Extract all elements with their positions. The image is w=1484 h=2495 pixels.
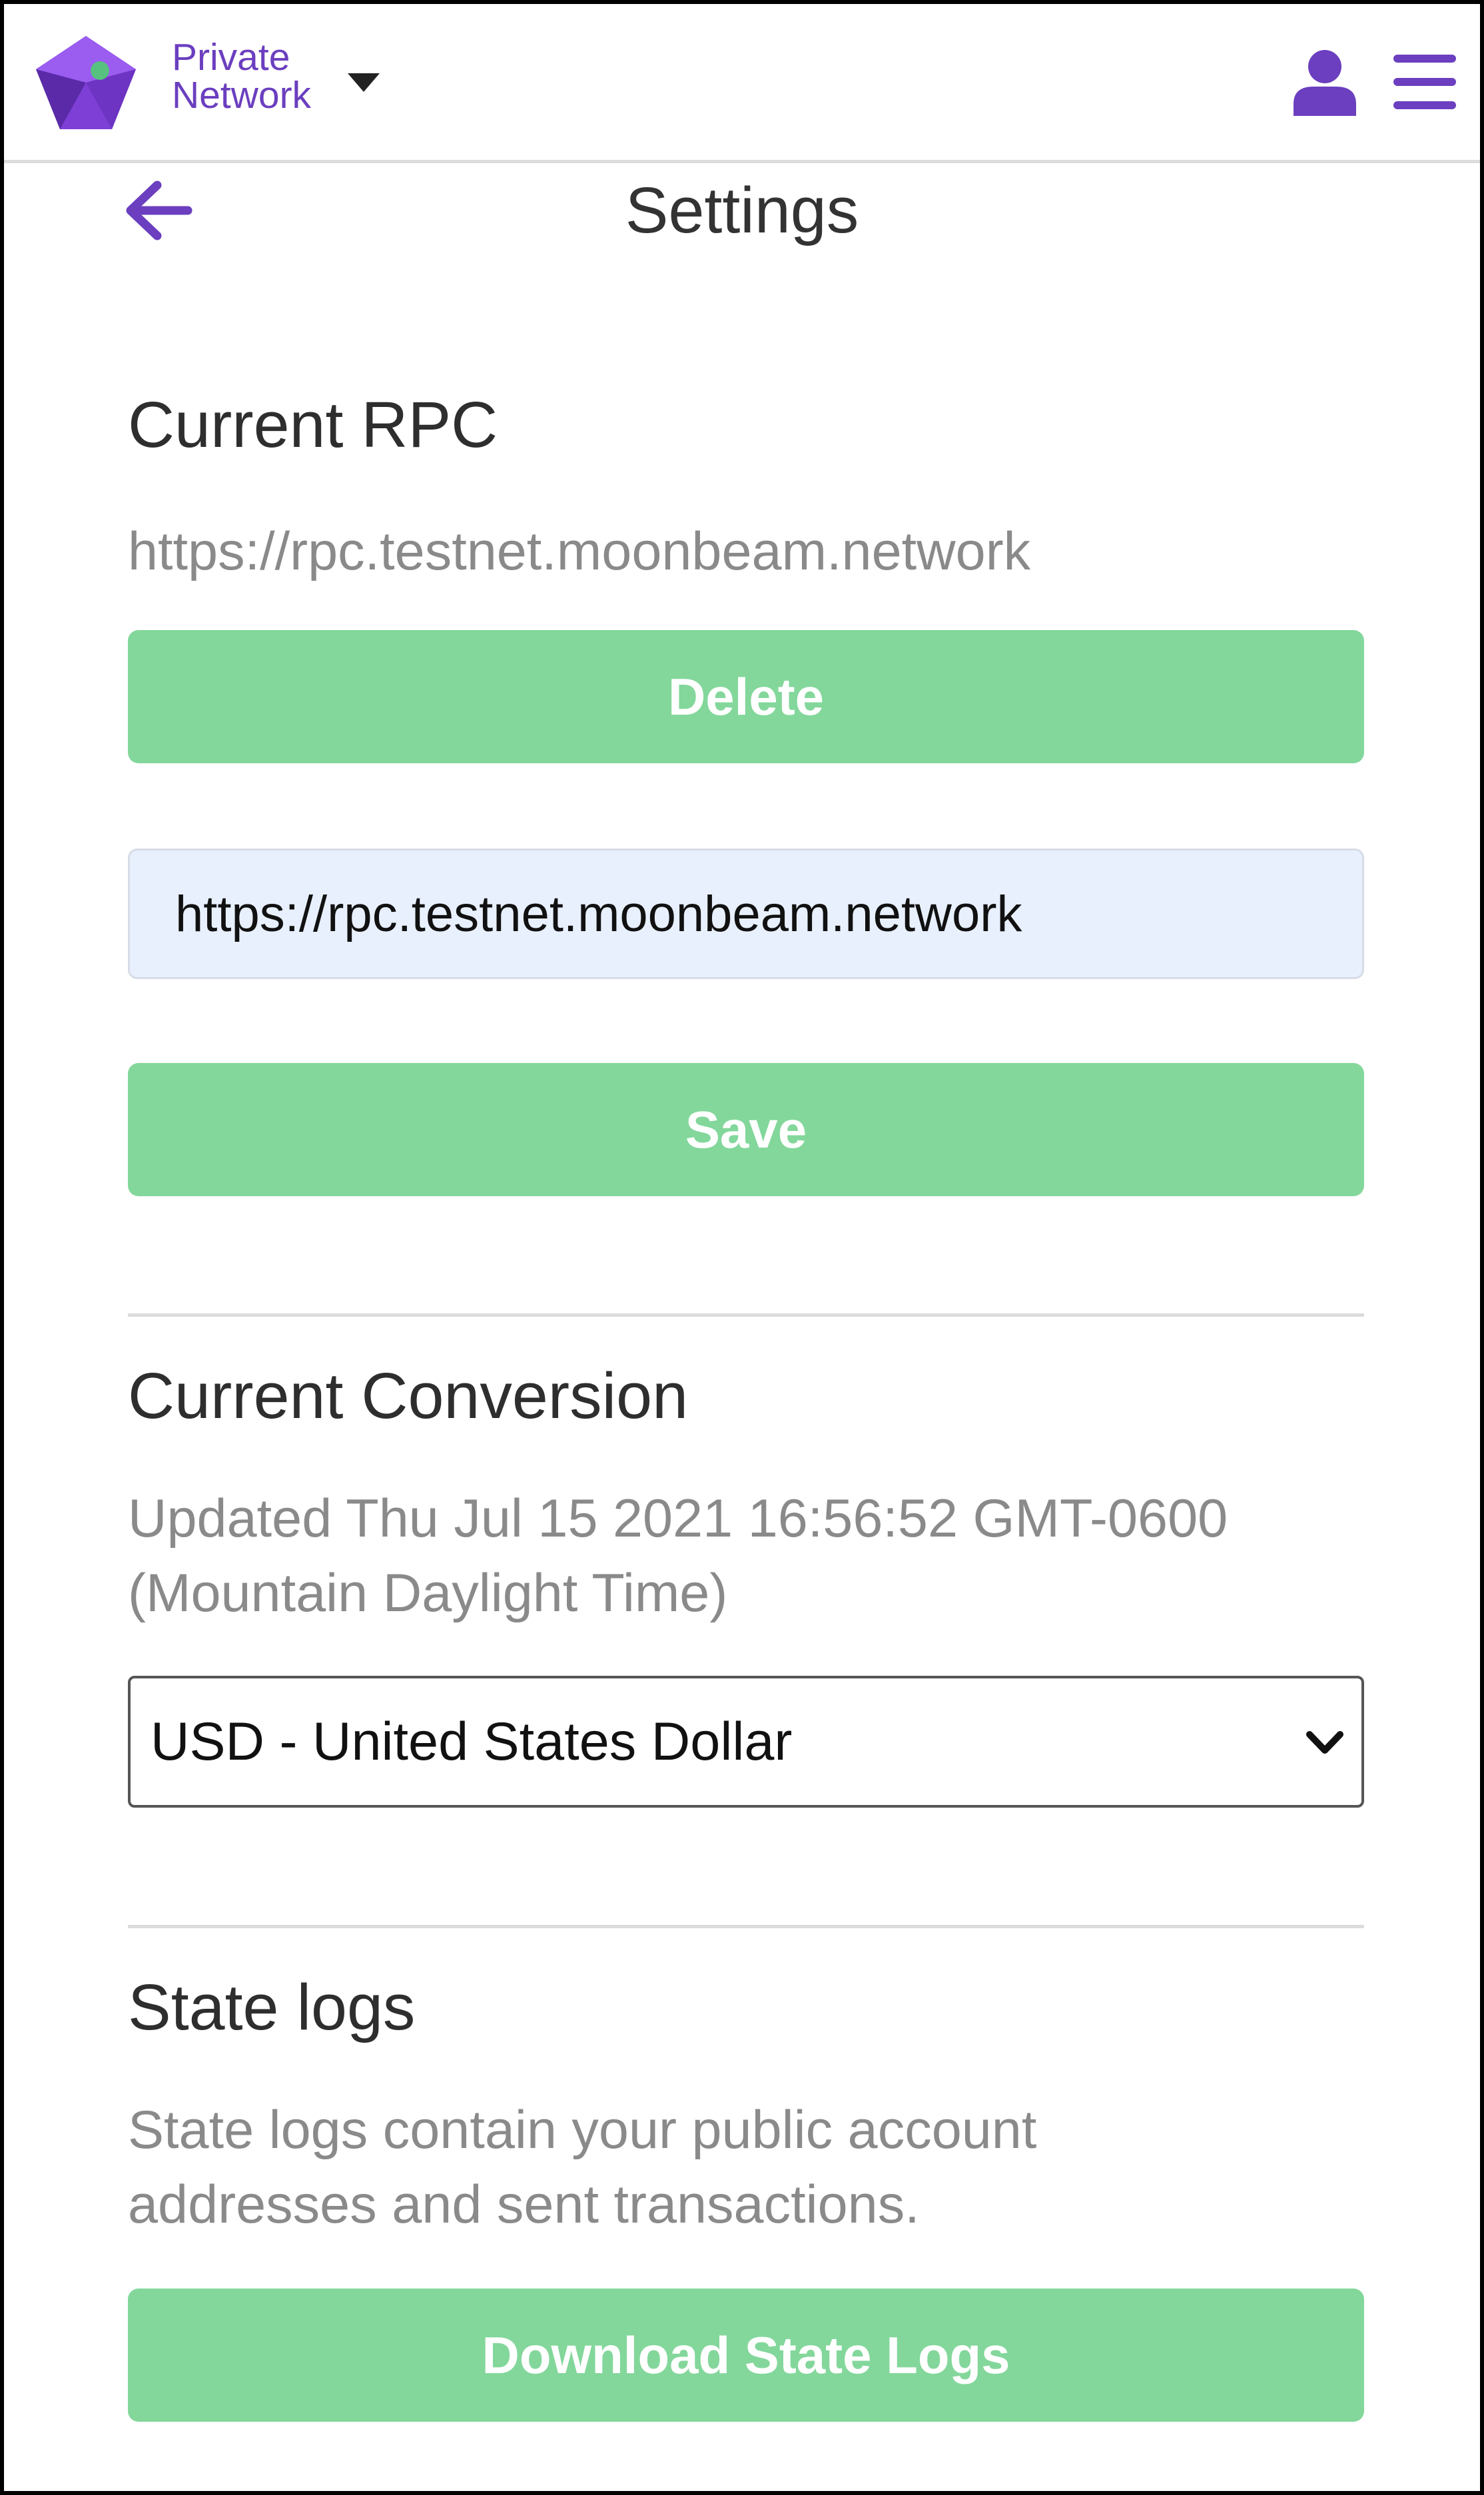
state-logs-description-line2: addresses and sent transactions. [128, 2175, 920, 2235]
app-header: Private Network [4, 4, 1480, 163]
divider [128, 1313, 1364, 1317]
network-label-line2: Network [172, 74, 312, 117]
logo-gem-icon [36, 36, 136, 129]
currency-select[interactable]: USD - United States Dollar [128, 1676, 1364, 1808]
chevron-down-icon [1306, 1731, 1343, 1754]
network-label-line1: Private [172, 36, 290, 79]
network-selector[interactable]: Private Network [172, 39, 311, 115]
rpc-url-input[interactable] [128, 849, 1364, 979]
currency-select-value: USD - United States Dollar [151, 1712, 793, 1772]
delete-button[interactable]: Delete [128, 630, 1364, 763]
user-icon[interactable] [1291, 49, 1359, 116]
caret-down-icon[interactable] [348, 73, 380, 92]
rpc-heading: Current RPC [128, 388, 498, 461]
conversion-updated-line1: Updated Thu Jul 15 2021 16:56:52 GMT-060… [128, 1489, 1228, 1549]
state-logs-heading: State logs [128, 1971, 416, 2043]
current-rpc-url: https://rpc.testnet.moonbeam.network [128, 522, 1031, 581]
hamburger-menu-icon[interactable] [1392, 53, 1457, 111]
download-state-logs-button[interactable]: Download State Logs [128, 2289, 1364, 2422]
divider [128, 1925, 1364, 1928]
save-button[interactable]: Save [128, 1063, 1364, 1196]
app-frame: Private Network Settings Current RPC htt… [0, 0, 1484, 2495]
conversion-heading: Current Conversion [128, 1359, 689, 1432]
conversion-updated-line2: (Mountain Daylight Time) [128, 1563, 728, 1623]
state-logs-description-line1: State logs contain your public account [128, 2100, 1037, 2160]
page-title: Settings [625, 174, 859, 246]
